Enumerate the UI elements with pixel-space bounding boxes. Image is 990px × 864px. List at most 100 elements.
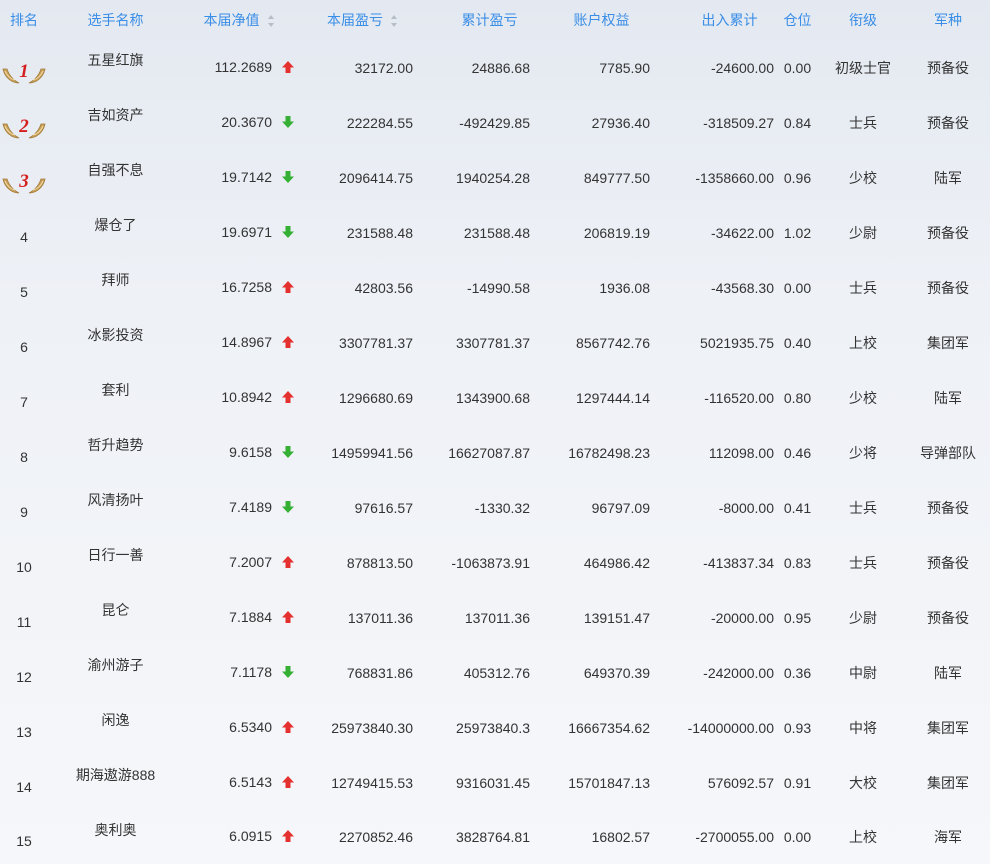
net-value: 112.2689	[214, 58, 272, 75]
player-name[interactable]: 哲升趋势	[88, 437, 144, 453]
title-cell: 少尉	[849, 224, 877, 241]
player-name[interactable]: 期海遨游888	[76, 767, 155, 783]
player-name[interactable]: 吉如资产	[88, 107, 144, 123]
equity-cell: 649370.39	[583, 664, 650, 681]
rank-number: 12	[16, 668, 32, 685]
title-cell: 少校	[849, 169, 877, 186]
branch-cell: 预备役	[927, 279, 969, 296]
position-cell: 0.00	[783, 59, 812, 76]
flow-cell: -242000.00	[703, 664, 774, 681]
player-name-link[interactable]: 风清扬叶	[48, 480, 183, 535]
player-name-link[interactable]: 闲逸	[48, 700, 183, 755]
player-name-link[interactable]: 昆仑	[48, 590, 183, 645]
equity-cell: 7785.90	[599, 59, 650, 76]
rank-cell: 8	[0, 425, 48, 480]
player-name-link[interactable]: 冰影投资	[48, 315, 183, 370]
net-value-cell: 112.2689	[183, 40, 295, 95]
profit-cell: 2270852.46	[339, 829, 413, 845]
equity-cell: 1936.08	[599, 279, 650, 296]
player-name[interactable]: 冰影投资	[88, 327, 144, 343]
player-name[interactable]: 渝州游子	[88, 657, 144, 673]
table-row: 9 风清扬叶 7.4189 97616.57 -1330.32 96797.09 -8000…	[0, 480, 990, 535]
flow-cell: -24600.00	[710, 59, 774, 76]
equity-cell: 1297444.14	[576, 389, 650, 406]
equity-cell: 16802.57	[591, 829, 650, 845]
net-value-cell: 9.6158	[183, 425, 295, 480]
player-name-link[interactable]: 拜师	[48, 260, 183, 315]
header-profit-sortable[interactable]: 本届盈亏	[295, 0, 416, 40]
net-value-cell: 7.4189	[183, 480, 295, 535]
total-profit-cell: -1330.32	[474, 499, 530, 516]
net-value: 7.1884	[229, 608, 272, 625]
header-net-value-sortable[interactable]: 本届净值	[183, 0, 295, 40]
player-name-link[interactable]: 奥利奥	[48, 810, 183, 864]
table-header: 排名 选手名称 本届净值 本届盈亏 累计盈亏 账户权益 出入累计 仓位 衔级 军…	[0, 0, 990, 40]
player-name[interactable]: 爆仓了	[95, 217, 137, 233]
title-cell: 士兵	[849, 554, 877, 571]
rank-number: 6	[20, 338, 28, 355]
header-rank: 排名	[10, 12, 38, 28]
player-name-link[interactable]: 吉如资产	[48, 95, 183, 150]
rank-number: 15	[16, 833, 32, 849]
table-row: 15 奥利奥 6.0915 2270852.46 3828764.81 16802.57 -…	[0, 810, 990, 864]
player-name[interactable]: 套利	[102, 382, 130, 398]
profit-cell: 14959941.56	[331, 444, 413, 461]
flow-cell: -43568.30	[710, 279, 774, 296]
profit-cell: 42803.56	[354, 279, 413, 296]
equity-cell: 8567742.76	[576, 334, 650, 351]
medal-number: 3	[18, 171, 29, 192]
profit-cell: 1296680.69	[339, 389, 413, 406]
branch-cell: 预备役	[927, 224, 969, 241]
net-value: 19.6971	[221, 223, 272, 240]
rank-cell: 9	[0, 480, 48, 535]
player-name-link[interactable]: 日行一善	[48, 535, 183, 590]
sort-icon[interactable]	[391, 15, 398, 28]
branch-cell: 集团军	[927, 719, 969, 736]
arrow-down-icon	[281, 500, 295, 517]
net-value-cell: 10.8942	[183, 370, 295, 425]
player-name[interactable]: 奥利奥	[95, 822, 137, 838]
player-name-link[interactable]: 五星红旗	[48, 40, 183, 95]
net-value-cell: 7.1884	[183, 590, 295, 645]
medal-icon: 3	[1, 166, 47, 198]
player-name-link[interactable]: 套利	[48, 370, 183, 425]
net-value: 7.4189	[229, 498, 272, 515]
flow-cell: -413837.34	[703, 554, 774, 571]
sort-icon[interactable]	[267, 15, 275, 28]
rank-number: 5	[20, 283, 28, 300]
table-row: 1 五星红旗 112.2689 32172.00 24886.68 7785.90 -246…	[0, 40, 990, 95]
player-name-link[interactable]: 期海遨游888	[48, 755, 183, 810]
medal-number: 2	[18, 116, 29, 137]
player-name[interactable]: 闲逸	[102, 712, 130, 728]
player-name[interactable]: 昆仑	[102, 602, 130, 618]
total-profit-cell: 3307781.37	[456, 334, 530, 351]
flow-cell: -1358660.00	[695, 169, 774, 186]
title-cell: 中尉	[849, 664, 877, 681]
player-name[interactable]: 五星红旗	[88, 52, 144, 68]
player-name[interactable]: 日行一善	[88, 547, 144, 563]
player-name[interactable]: 风清扬叶	[88, 492, 144, 508]
rank-number: 10	[16, 558, 32, 575]
player-name-link[interactable]: 哲升趋势	[48, 425, 183, 480]
position-cell: 0.83	[783, 554, 812, 571]
player-name[interactable]: 拜师	[102, 272, 130, 288]
total-profit-cell: 1940254.28	[456, 169, 530, 186]
player-name-link[interactable]: 渝州游子	[48, 645, 183, 700]
flow-cell: -116520.00	[704, 389, 774, 406]
rank-cell: 12	[0, 645, 48, 700]
flow-cell: -318509.27	[703, 114, 774, 131]
player-name-link[interactable]: 爆仓了	[48, 205, 183, 260]
header-net-value-label: 本届净值	[203, 12, 260, 28]
title-cell: 初级士官	[835, 59, 891, 76]
net-value: 20.3670	[221, 113, 272, 130]
flow-cell: -2700055.00	[695, 829, 774, 845]
rank-cell: 2	[0, 95, 48, 150]
total-profit-cell: 1343900.68	[456, 389, 530, 406]
equity-cell: 96797.09	[591, 499, 650, 516]
player-name-link[interactable]: 自强不息	[48, 150, 183, 205]
total-profit-cell: 25973840.3	[456, 719, 530, 736]
branch-cell: 陆军	[934, 389, 962, 406]
arrow-up-icon	[281, 390, 295, 407]
player-name[interactable]: 自强不息	[88, 162, 144, 178]
branch-cell: 预备役	[927, 59, 969, 76]
